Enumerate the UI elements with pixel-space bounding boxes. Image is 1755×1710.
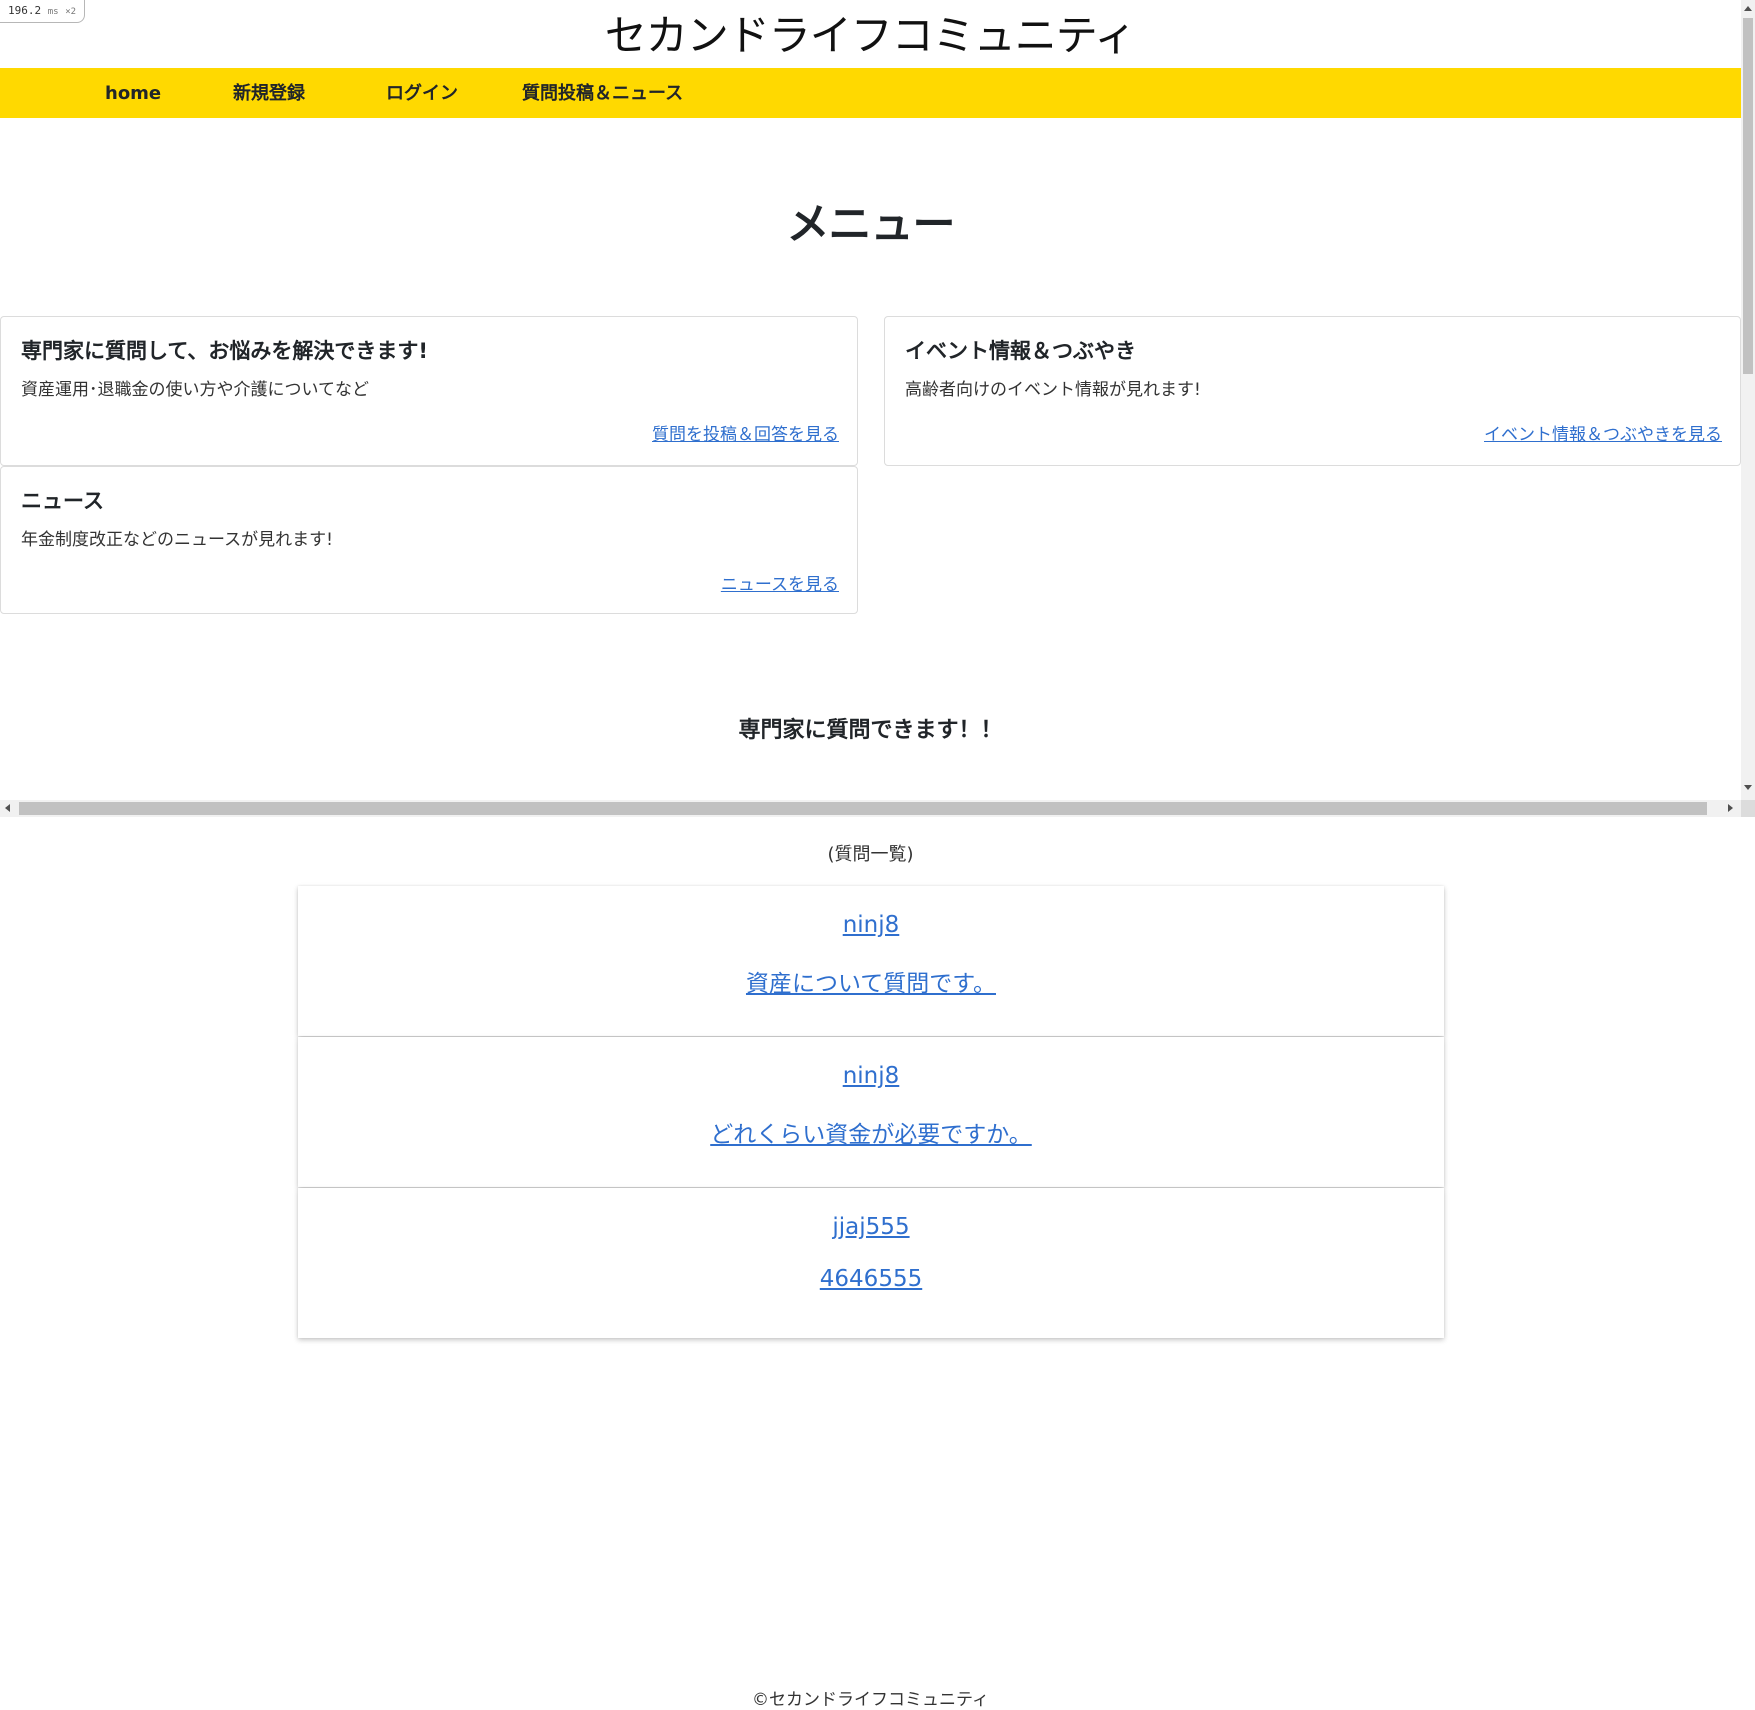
news-link[interactable]: ニュースを見る <box>721 570 839 595</box>
post-question-link[interactable]: 質問を投稿＆回答を見る <box>652 420 839 445</box>
card-title: ニュース <box>21 489 104 513</box>
nav-item-home[interactable]: home <box>105 68 161 118</box>
scroll-down-arrow-icon[interactable] <box>1744 785 1752 790</box>
question-user-link[interactable]: jjaj555 <box>298 1214 1444 1240</box>
card-title: イベント情報＆つぶやき <box>905 339 1136 363</box>
question-title-link[interactable]: 資産について質問です。 <box>298 964 1444 998</box>
question-card: ninj8 どれくらい資金が必要ですか。 <box>298 1037 1444 1187</box>
footer-copyright: ©セカンドライフコミュニティ <box>752 1690 989 1710</box>
performance-badge: 196.2 ms ×2 <box>0 0 86 23</box>
card-events: イベント情報＆つぶやき 高齢者向けのイベント情報が見れます! イベント情報＆つぶ… <box>884 316 1741 466</box>
vertical-scroll-thumb[interactable] <box>1743 18 1753 374</box>
nav-item-login[interactable]: ログイン <box>386 68 458 118</box>
card-title: 専門家に質問して、お悩みを解決できます! <box>21 339 428 363</box>
nav-item-signup[interactable]: 新規登録 <box>233 68 305 118</box>
vertical-scrollbar[interactable] <box>1741 0 1755 800</box>
horizontal-scrollbar[interactable] <box>0 800 1755 817</box>
scrollbar-corner <box>1741 800 1755 817</box>
navbar: home 新規登録 ログイン 質問投稿＆ニュース <box>0 68 1741 118</box>
menu-heading: メニュー <box>786 200 956 250</box>
nav-item-questions-news[interactable]: 質問投稿＆ニュース <box>522 68 683 118</box>
question-title-link[interactable]: どれくらい資金が必要ですか。 <box>298 1115 1444 1149</box>
card-text: 資産運用･退職金の使い方や介護についてなど <box>21 380 369 400</box>
page-viewport: セカンドライフコミュニティ home 新規登録 ログイン 質問投稿＆ニュース メ… <box>0 0 1755 817</box>
question-list-caption: (質問一覧) <box>827 844 914 865</box>
question-user-link[interactable]: ninj8 <box>298 912 1444 938</box>
scroll-right-arrow-icon[interactable] <box>1728 804 1733 812</box>
question-card: ninj8 資産について質問です。 <box>298 886 1444 1036</box>
events-link[interactable]: イベント情報＆つぶやきを見る <box>1484 420 1722 445</box>
scroll-left-arrow-icon[interactable] <box>5 804 10 812</box>
card-text: 年金制度改正などのニュースが見れます! <box>21 530 333 550</box>
perf-unit: ms <box>47 7 59 17</box>
site-title: セカンドライフコミュニティ <box>604 11 1136 60</box>
question-title-link[interactable]: 4646555 <box>298 1266 1444 1292</box>
card-news: ニュース 年金制度改正などのニュースが見れます! ニュースを見る <box>0 466 858 614</box>
scroll-up-arrow-icon[interactable] <box>1744 6 1752 11</box>
question-card: jjaj555 4646555 <box>298 1188 1444 1338</box>
card-text: 高齢者向けのイベント情報が見れます! <box>905 380 1201 400</box>
perf-multiplier: ×2 <box>65 7 77 17</box>
question-user-link[interactable]: ninj8 <box>298 1063 1444 1089</box>
section-heading: 専門家に質問できます！！ <box>738 718 1003 743</box>
horizontal-scroll-thumb[interactable] <box>19 802 1707 815</box>
perf-value: 196.2 <box>8 4 42 17</box>
card-expert-questions: 専門家に質問して、お悩みを解決できます! 資産運用･退職金の使い方や介護について… <box>0 316 858 466</box>
